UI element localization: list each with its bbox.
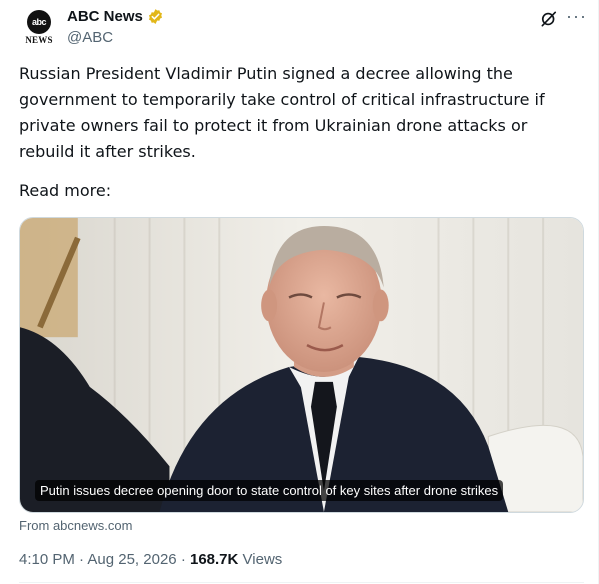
display-name-text: ABC News [67, 8, 143, 25]
verified-badge-icon [148, 9, 162, 24]
link-card[interactable]: Putin issues decree opening door to stat… [19, 217, 584, 513]
display-name[interactable]: ABC News [67, 8, 164, 25]
tweet: abc NEWS ABC News @ABC ··· Russian Presi… [0, 0, 599, 584]
abc-logo-subtext: NEWS [25, 35, 53, 45]
card-caption: Putin issues decree opening door to stat… [35, 480, 504, 501]
abc-logo: abc [27, 10, 51, 34]
post-text: Russian President Vladimir Putin signed … [19, 64, 545, 161]
views-count: 168.7K [189, 551, 239, 568]
post-date[interactable]: Aug 25, 2026 [87, 551, 176, 568]
handle[interactable]: @ABC [67, 29, 113, 46]
post-meta: 4:10 PM · Aug 25, 2026 · 168.7K Views [19, 551, 282, 568]
meta-separator: · [79, 551, 85, 568]
divider [19, 582, 584, 583]
meta-separator-2: · [180, 551, 186, 568]
more-icon[interactable]: ··· [566, 7, 586, 28]
card-source[interactable]: From abcnews.com [19, 518, 132, 533]
grok-icon[interactable] [539, 9, 559, 29]
views-label: Views [242, 551, 283, 568]
article-photo [20, 218, 583, 512]
post-time[interactable]: 4:10 PM [19, 551, 75, 568]
read-more-text: Read more: [19, 181, 112, 200]
avatar[interactable]: abc NEWS [19, 8, 59, 48]
